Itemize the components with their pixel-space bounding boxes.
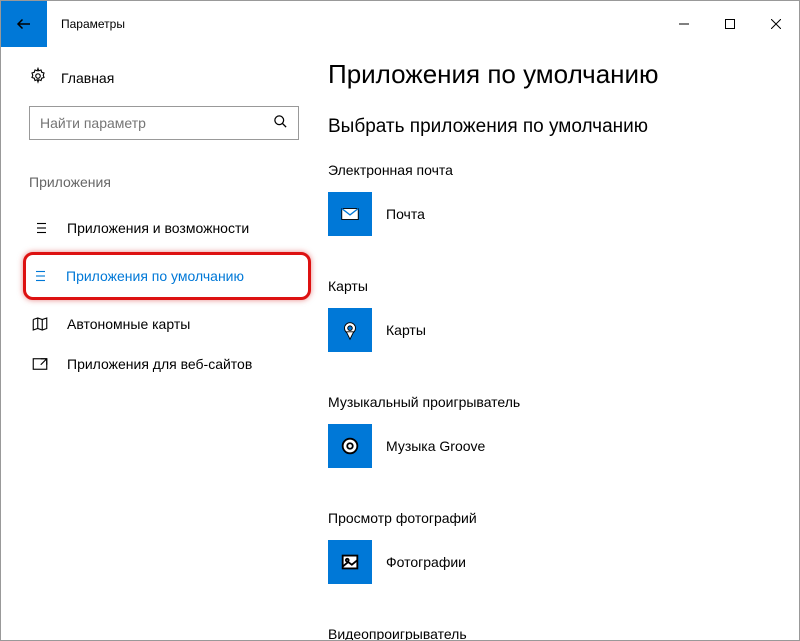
sidebar-item-label: Приложения и возможности [67,220,249,236]
default-app-maps[interactable]: Карты [328,308,779,352]
home-link[interactable]: Главная [29,67,296,88]
minimize-button[interactable] [661,8,707,40]
main-content: Приложения по умолчанию Выбрать приложен… [316,47,799,640]
window-controls [661,8,799,40]
app-name: Фотографии [386,554,466,570]
app-name: Карты [386,322,426,338]
map-icon [31,315,49,333]
maximize-button[interactable] [707,8,753,40]
sidebar-item-apps-websites[interactable]: Приложения для веб-сайтов [29,344,296,384]
photos-icon [328,540,372,584]
titlebar: Параметры [1,1,799,47]
category-title: Видеопроигрыватель [328,626,779,640]
sidebar-item-label: Приложения по умолчанию [66,268,244,284]
sidebar-item-label: Приложения для веб-сайтов [67,356,252,372]
sidebar-section-label: Приложения [29,174,296,190]
sidebar: Главная Приложения Приложения и возможно… [1,47,316,640]
category-title: Просмотр фотографий [328,510,779,526]
sidebar-item-label: Автономные карты [67,316,190,332]
default-app-music[interactable]: Музыка Groove [328,424,779,468]
defaults-icon [30,267,48,285]
sidebar-item-offline-maps[interactable]: Автономные карты [29,304,296,344]
default-app-email[interactable]: Почта [328,192,779,236]
search-icon [273,114,288,132]
category-title: Музыкальный проигрыватель [328,394,779,410]
category-title: Электронная почта [328,162,779,178]
category-title: Карты [328,278,779,294]
home-label: Главная [61,70,114,86]
app-name: Музыка Groove [386,438,485,454]
website-icon [31,355,49,373]
search-input[interactable] [40,115,273,131]
maps-app-icon [328,308,372,352]
sidebar-item-default-apps[interactable]: Приложения по умолчанию [23,252,311,300]
page-heading: Приложения по умолчанию [328,59,779,90]
search-box[interactable] [29,106,299,140]
music-icon [328,424,372,468]
sidebar-item-apps-features[interactable]: Приложения и возможности [29,208,296,248]
page-subheading: Выбрать приложения по умолчанию [328,116,779,138]
back-button[interactable] [1,1,47,47]
app-name: Почта [386,206,425,222]
close-button[interactable] [753,8,799,40]
default-app-photos[interactable]: Фотографии [328,540,779,584]
mail-icon [328,192,372,236]
gear-icon [29,67,47,88]
list-icon [31,219,49,237]
window-title: Параметры [61,17,125,31]
